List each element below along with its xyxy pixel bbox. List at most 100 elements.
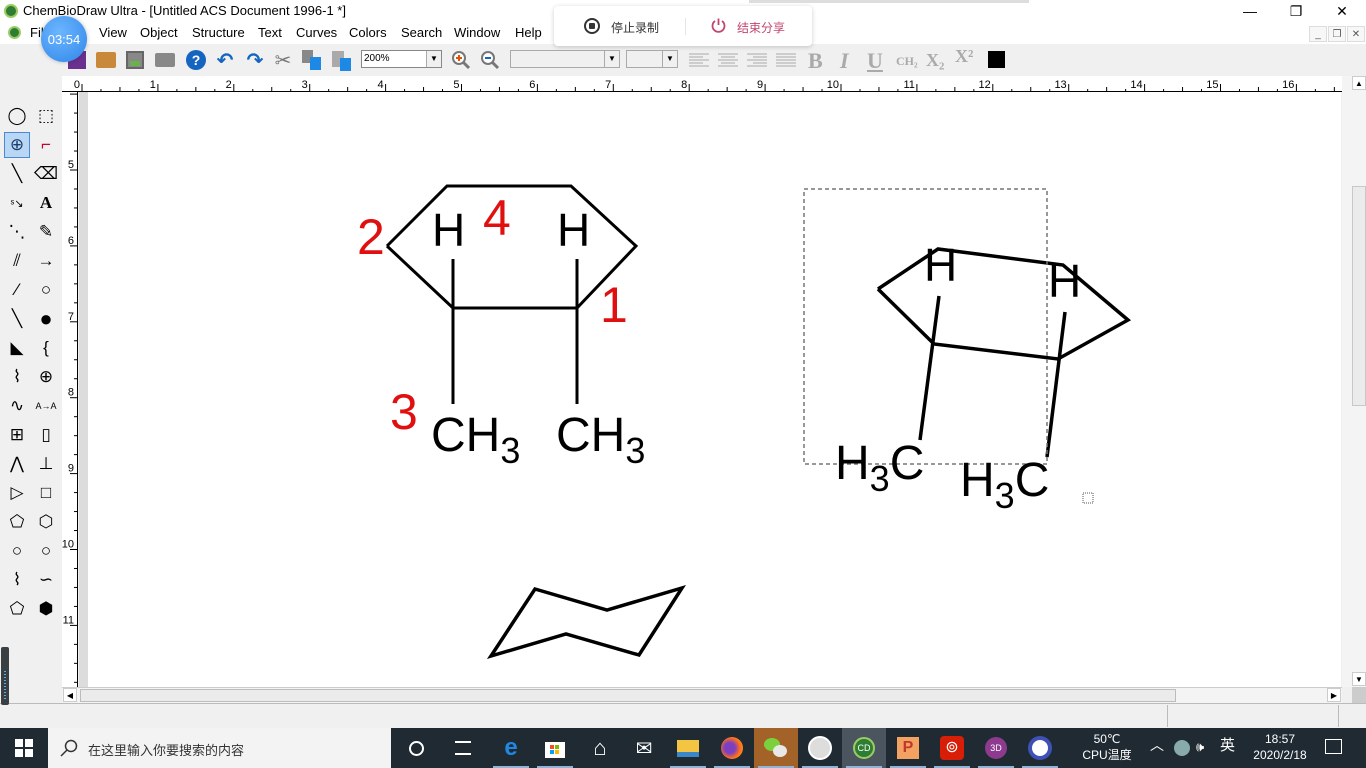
menu-colors[interactable]: Colors bbox=[349, 25, 387, 40]
italic-button[interactable]: I bbox=[840, 48, 849, 74]
subscript-button[interactable]: X₂ bbox=[926, 50, 944, 71]
horizontal-scroll-thumb[interactable] bbox=[80, 689, 1176, 702]
powerpoint-icon[interactable]: P bbox=[886, 728, 930, 768]
start-button[interactable] bbox=[2, 728, 46, 768]
menu-search[interactable]: Search bbox=[401, 25, 442, 40]
hashed-wedge-bond-tool[interactable]: ⁄ bbox=[4, 277, 30, 303]
bold-bond-tool[interactable]: ╲ bbox=[4, 306, 30, 332]
tlc-plate-tool[interactable]: ▯ bbox=[33, 422, 59, 448]
color-swatch[interactable] bbox=[988, 51, 1005, 68]
taskbar-search-box[interactable]: 在这里输入你要搜索的内容 bbox=[48, 728, 391, 768]
justify-icon[interactable] bbox=[775, 49, 797, 71]
table-tool[interactable]: ⊞ bbox=[4, 422, 30, 448]
query-tool[interactable]: A→A bbox=[33, 393, 59, 419]
document-icon[interactable] bbox=[8, 26, 21, 39]
tray-avatar-icon[interactable] bbox=[1174, 740, 1190, 756]
store-icon[interactable] bbox=[533, 728, 577, 768]
cyclopentadiene-tool[interactable]: ⬠ bbox=[4, 596, 30, 622]
play-tool[interactable]: ▷ bbox=[4, 480, 30, 506]
formula-button[interactable]: CH₂ bbox=[896, 54, 918, 69]
pen-tool[interactable]: ✎ bbox=[33, 219, 59, 245]
cyclohexane-tool[interactable]: ⬡ bbox=[33, 509, 59, 535]
edge-icon[interactable]: e bbox=[489, 728, 533, 768]
mass-fragmentation-tool[interactable]: ⌐ bbox=[33, 132, 59, 158]
avatar-app-icon[interactable] bbox=[798, 728, 842, 768]
home-icon[interactable]: ⌂ bbox=[578, 728, 622, 768]
scroll-up-button[interactable]: ▲ bbox=[1352, 76, 1366, 90]
zoom-combo[interactable]: 200% ▼ bbox=[361, 50, 442, 68]
zoom-out-icon[interactable] bbox=[479, 49, 501, 71]
menu-view[interactable]: View bbox=[99, 25, 127, 40]
menu-text[interactable]: Text bbox=[258, 25, 282, 40]
bold-button[interactable]: B bbox=[808, 48, 823, 74]
cut-icon[interactable]: ✂ bbox=[272, 49, 294, 72]
clock-date[interactable]: 2020/2/18 bbox=[1248, 748, 1312, 763]
font-combo[interactable]: ▼ bbox=[510, 50, 620, 68]
marquee-tool[interactable]: ⬚ bbox=[33, 103, 59, 129]
underline-button[interactable]: U bbox=[867, 48, 883, 74]
netease-music-icon[interactable]: ⊚ bbox=[930, 728, 974, 768]
drawing-canvas[interactable]: H H CH3 CH3 1 2 3 4 H H H3C H3C bbox=[88, 92, 1341, 687]
menu-curves[interactable]: Curves bbox=[296, 25, 337, 40]
file-explorer-icon[interactable] bbox=[666, 728, 710, 768]
chemical-symbol-tool[interactable]: ⊕ bbox=[33, 364, 59, 390]
mdi-restore-button[interactable]: ❐ bbox=[1328, 26, 1346, 42]
redo-icon[interactable]: ↷ bbox=[244, 49, 266, 72]
font-dropdown-arrow[interactable]: ▼ bbox=[604, 51, 619, 67]
scroll-left-button[interactable]: ◀ bbox=[63, 688, 77, 702]
cortana-icon[interactable] bbox=[394, 728, 438, 768]
volume-icon[interactable]: 🕪 bbox=[1196, 739, 1204, 754]
open-icon[interactable] bbox=[95, 49, 117, 71]
recording-timer[interactable]: 03:54 bbox=[41, 16, 87, 62]
scroll-down-button[interactable]: ▼ bbox=[1352, 672, 1366, 686]
scroll-right-button[interactable]: ▶ bbox=[1327, 688, 1341, 702]
restore-button[interactable]: ❐ bbox=[1273, 0, 1319, 22]
3d-app-icon[interactable]: 3D bbox=[974, 728, 1018, 768]
help-icon[interactable]: ? bbox=[185, 49, 207, 71]
print-icon[interactable] bbox=[154, 49, 176, 71]
hashed-bond-tool[interactable]: ⫽ bbox=[4, 248, 30, 274]
chain-n-tool[interactable]: ⋀ bbox=[4, 451, 30, 477]
wavy-chain-tool[interactable]: ∿ bbox=[4, 393, 30, 419]
cycloheptane-tool[interactable]: ○ bbox=[4, 538, 30, 564]
lasso-tool[interactable]: ◯ bbox=[4, 103, 30, 129]
arrow-tool[interactable]: → bbox=[33, 248, 59, 274]
show-hidden-icons-chevron[interactable]: ︿ bbox=[1150, 738, 1164, 753]
undo-icon[interactable]: ↶ bbox=[214, 49, 236, 72]
dashed-bond-tool[interactable]: ⋱ bbox=[4, 219, 30, 245]
stop-recording-button[interactable]: 停止录制 bbox=[611, 19, 659, 36]
power-icon[interactable] bbox=[710, 17, 727, 34]
align-right-icon[interactable] bbox=[746, 49, 768, 71]
template-tool[interactable]: ⊥ bbox=[33, 451, 59, 477]
orbital-tool[interactable]: ○ bbox=[33, 277, 59, 303]
vertical-scroll-thumb[interactable] bbox=[1352, 186, 1366, 406]
acyclic-chain-tool[interactable]: ˢ↘ bbox=[4, 190, 30, 216]
end-share-button[interactable]: 结束分享 bbox=[737, 19, 785, 36]
minimize-button[interactable]: — bbox=[1227, 0, 1273, 22]
cyclooctane-tool[interactable]: ○ bbox=[33, 538, 59, 564]
align-left-icon[interactable] bbox=[688, 49, 710, 71]
horizontal-scrollbar[interactable]: ◀ ▶ bbox=[62, 687, 1342, 703]
eraser-tool[interactable]: ⌫ bbox=[33, 161, 59, 187]
menu-help[interactable]: Help bbox=[515, 25, 542, 40]
clock-time[interactable]: 18:57 bbox=[1248, 732, 1312, 747]
solid-bond-tool[interactable]: ╲ bbox=[4, 161, 30, 187]
benzene-tool[interactable]: ⬢ bbox=[33, 596, 59, 622]
structure-perspective-tool[interactable]: ⊕ bbox=[4, 132, 30, 158]
box-tool[interactable]: □ bbox=[33, 480, 59, 506]
action-center-icon[interactable] bbox=[1325, 739, 1342, 754]
menu-object[interactable]: Object bbox=[140, 25, 178, 40]
input-method-indicator[interactable]: 英 bbox=[1220, 738, 1235, 753]
mail-icon[interactable]: ✉ bbox=[622, 728, 666, 768]
mdi-close-button[interactable]: ✕ bbox=[1347, 26, 1365, 42]
zoom-in-icon[interactable] bbox=[450, 49, 472, 71]
browser-app-icon[interactable] bbox=[1018, 728, 1062, 768]
firefox-icon[interactable] bbox=[710, 728, 754, 768]
cyclopentane-tool[interactable]: ⬠ bbox=[4, 509, 30, 535]
copy-icon[interactable] bbox=[301, 49, 323, 71]
cyclohexane-chair-1-tool[interactable]: ⌇ bbox=[4, 567, 30, 593]
close-button[interactable]: ✕ bbox=[1319, 0, 1365, 22]
wavy-bond-tool[interactable]: ⌇ bbox=[4, 364, 30, 390]
superscript-button[interactable]: X² bbox=[955, 46, 973, 67]
size-combo[interactable]: ▼ bbox=[626, 50, 678, 68]
